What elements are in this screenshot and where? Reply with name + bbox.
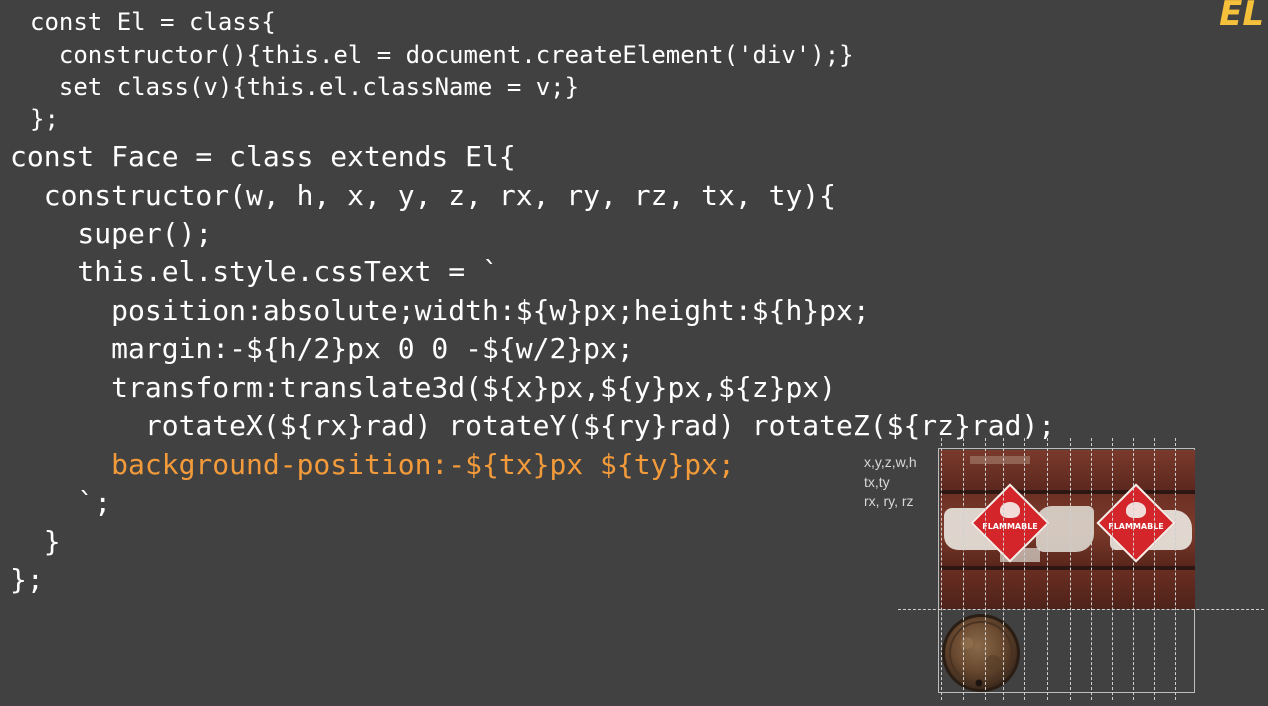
- flame-right-icon: [1126, 502, 1146, 518]
- barrel-lid-icon: [942, 614, 1020, 692]
- code-line-14: `;: [10, 486, 112, 519]
- code-line-9: position:absolute;width:${w}px;height:${…: [10, 294, 870, 327]
- code-line-2: constructor(){this.el = document.createE…: [30, 41, 854, 69]
- code-line-6: constructor(w, h, x, y, z, rx, ry, rz, t…: [10, 179, 837, 212]
- code-line-5: const Face = class extends El{: [10, 140, 516, 173]
- texture-labels: x,y,z,w,h tx,ty rx, ry, rz: [864, 453, 917, 512]
- label-position-size: x,y,z,w,h: [864, 454, 917, 470]
- label-texture-offset: tx,ty: [864, 473, 890, 490]
- code-line-16: };: [10, 563, 44, 596]
- barrel-texture: FLAMMABLE FLAMMABLE: [940, 450, 1195, 609]
- code-line-11: transform:translate3d(${x}px,${y}px,${z}…: [10, 371, 837, 404]
- code-line-10: margin:-${h/2}px 0 0 -${w/2}px;: [10, 332, 634, 365]
- code-line-8: this.el.style.cssText = `: [10, 255, 499, 288]
- sign-text-left: FLAMMABLE: [982, 522, 1038, 531]
- label-rotation: rx, ry, rz: [864, 493, 914, 509]
- corner-tag: EL: [1219, 0, 1264, 34]
- code-line-15: }: [10, 525, 61, 558]
- code-line-1: const El = class{: [30, 8, 276, 36]
- code-line-12: rotateX(${rx}rad) rotateY(${ry}rad) rota…: [10, 409, 1056, 442]
- code-line-7: super();: [10, 217, 213, 250]
- code-line-3: set class(v){this.el.className = v;}: [30, 73, 580, 101]
- code-line-13-highlight: background-position:-${tx}px ${ty}px;: [10, 448, 735, 481]
- code-line-4: };: [30, 105, 59, 133]
